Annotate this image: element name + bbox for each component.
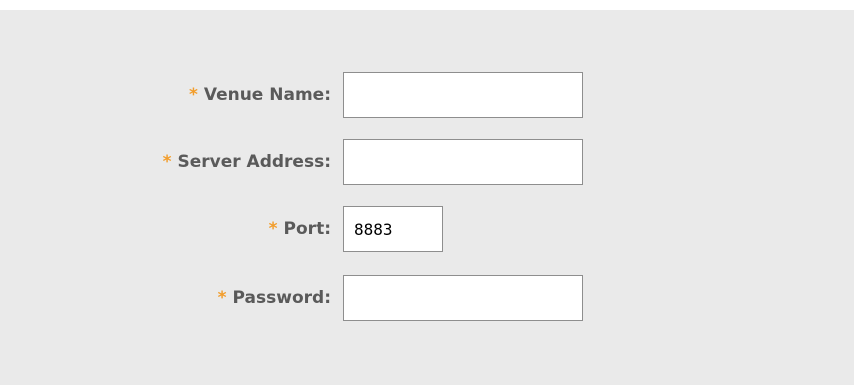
required-marker: * [217, 288, 227, 308]
password-label: * Password: [218, 273, 331, 323]
server-address-row: * Server Address: [0, 137, 854, 187]
server-address-label: * Server Address: [163, 137, 331, 187]
password-label-text: Password: [232, 288, 331, 308]
required-marker: * [268, 219, 278, 239]
form-panel: * Venue Name: * Server Address: * Port: … [0, 10, 854, 385]
venue-name-input[interactable] [343, 72, 583, 118]
venue-name-label: * Venue Name: [189, 70, 331, 120]
port-input[interactable] [343, 206, 443, 252]
required-marker: * [162, 152, 172, 172]
server-address-input[interactable] [343, 139, 583, 185]
password-input[interactable] [343, 275, 583, 321]
port-row: * Port: [0, 204, 854, 254]
venue-name-row: * Venue Name: [0, 70, 854, 120]
password-row: * Password: [0, 273, 854, 323]
port-label: * Port: [269, 204, 331, 254]
server-address-label-text: Server Address: [177, 152, 331, 172]
venue-name-label-text: Venue Name: [203, 85, 331, 105]
port-label-text: Port: [283, 219, 331, 239]
required-marker: * [188, 85, 198, 105]
